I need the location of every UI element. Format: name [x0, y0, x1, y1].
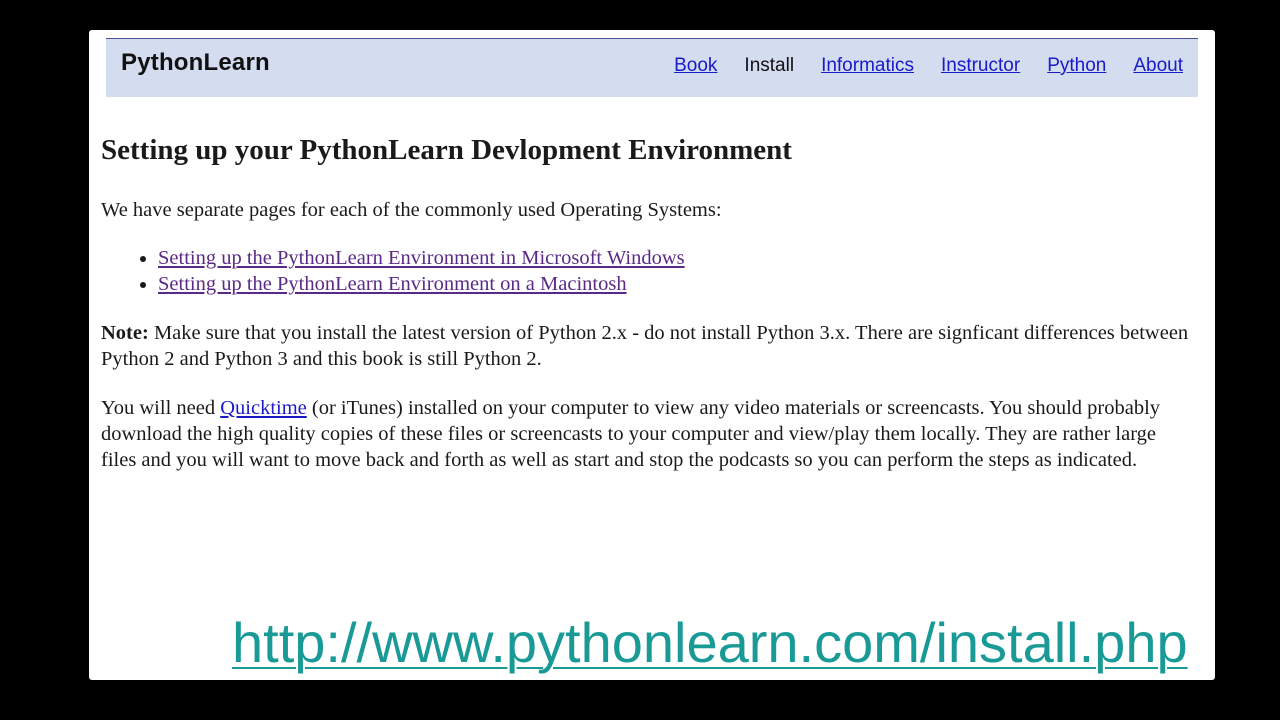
nav-about[interactable]: About — [1133, 55, 1183, 77]
list-item: Setting up the PythonLearn Environment i… — [158, 245, 1191, 271]
note-text: Make sure that you install the latest ve… — [101, 322, 1189, 370]
intro-text: We have separate pages for each of the c… — [101, 199, 722, 221]
slide: PythonLearn Book Install Informatics Ins… — [0, 0, 1280, 720]
mac-setup-link[interactable]: Setting up the PythonLearn Environment o… — [158, 273, 627, 295]
browser-page: PythonLearn Book Install Informatics Ins… — [89, 30, 1215, 680]
site-brand: PythonLearn — [121, 49, 270, 76]
os-link-list: Setting up the PythonLearn Environment i… — [101, 245, 1191, 297]
nav-python[interactable]: Python — [1047, 55, 1106, 77]
note-paragraph: Note: Make sure that you install the lat… — [101, 320, 1191, 372]
video-text-start: You will need — [101, 397, 221, 419]
nav-book[interactable]: Book — [674, 55, 717, 77]
windows-setup-link[interactable]: Setting up the PythonLearn Environment i… — [158, 247, 685, 269]
quicktime-link[interactable]: Quicktime — [220, 397, 307, 419]
nav-install: Install — [744, 55, 795, 76]
list-item: Setting up the PythonLearn Environment o… — [158, 271, 1191, 297]
page-title: Setting up your PythonLearn Devlopment E… — [101, 134, 792, 166]
nav-instructor[interactable]: Instructor — [941, 55, 1020, 77]
nav-informatics[interactable]: Informatics — [821, 55, 914, 77]
install-url: http://www.pythonlearn.com/install.php — [232, 611, 1188, 674]
video-paragraph: You will need Quicktime (or iTunes) inst… — [101, 395, 1191, 473]
note-label: Note: — [101, 322, 149, 344]
site-header: PythonLearn Book Install Informatics Ins… — [106, 39, 1198, 97]
main-content: Setting up your PythonLearn Devlopment E… — [101, 133, 1191, 473]
top-nav: Book Install Informatics Instructor Pyth… — [674, 55, 1183, 77]
